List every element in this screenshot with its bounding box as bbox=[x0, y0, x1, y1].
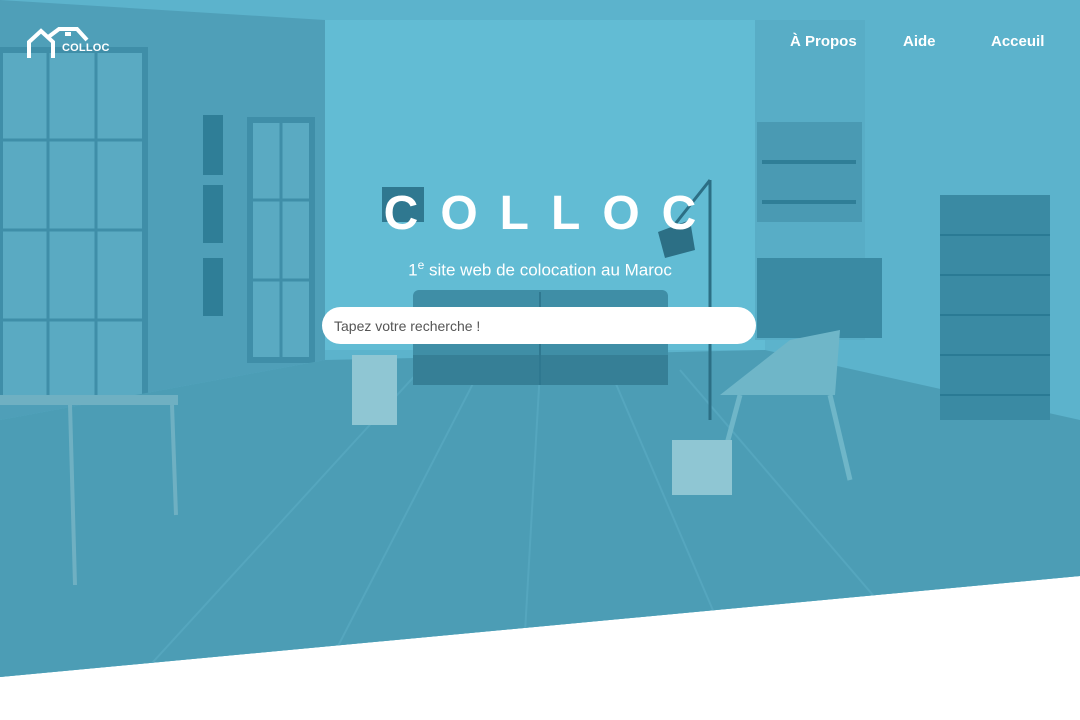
search-input[interactable] bbox=[322, 307, 756, 344]
subtitle-ordinal-number: 1 bbox=[408, 260, 418, 280]
hero-title: COLLOC bbox=[383, 187, 719, 240]
logo-text[interactable]: COLLOC bbox=[62, 42, 110, 54]
nav-link-acceuil[interactable]: Acceuil bbox=[991, 33, 1044, 50]
background-room-image bbox=[0, 0, 1080, 677]
subtitle-text: site web de colocation au Maroc bbox=[424, 260, 672, 280]
hero-section bbox=[0, 0, 1080, 677]
nav-link-a-propos[interactable]: À Propos bbox=[790, 33, 857, 50]
hero-subtitle: 1e site web de colocation au Maroc bbox=[0, 258, 1080, 281]
nav-link-aide[interactable]: Aide bbox=[903, 33, 936, 50]
